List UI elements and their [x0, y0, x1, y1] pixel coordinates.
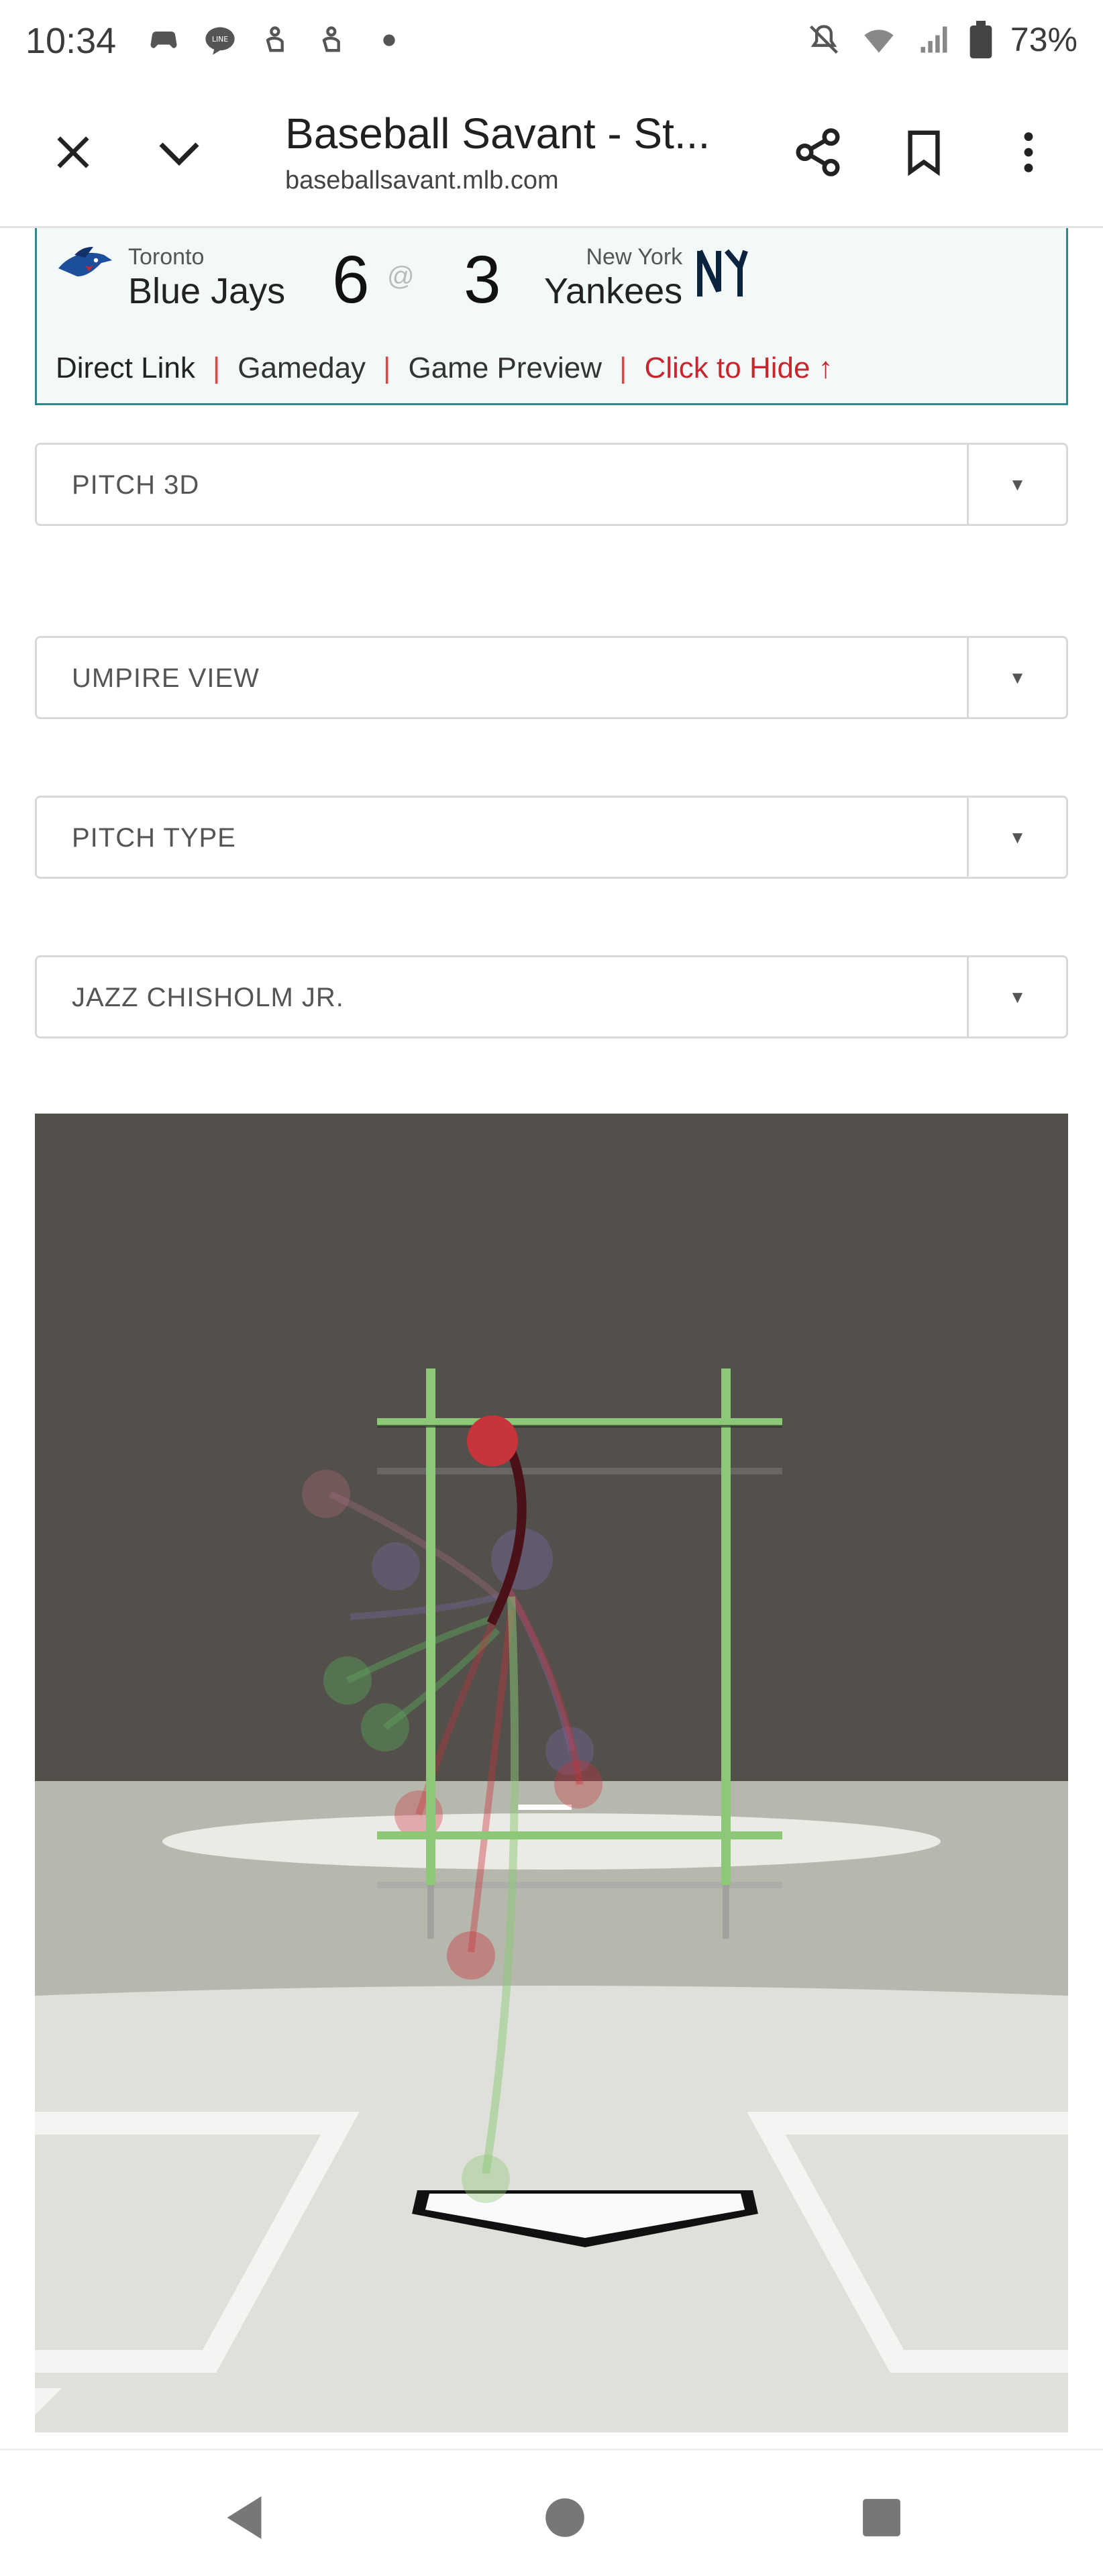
view-mode-select[interactable]: PITCH 3D ▼	[35, 443, 1068, 526]
caret-down-icon[interactable]: ▼	[967, 445, 1066, 524]
pitch-ball	[302, 1470, 350, 1518]
battery-icon	[969, 21, 992, 58]
back-triangle-icon	[227, 2496, 262, 2539]
chevron-down-icon	[159, 142, 199, 166]
recents-button[interactable]	[855, 2491, 908, 2544]
status-time: 10:34	[25, 21, 117, 61]
away-score: 6	[332, 242, 370, 317]
view-mode-value: PITCH 3D	[72, 470, 200, 500]
recents-square-icon	[863, 2499, 900, 2536]
pitch-ball	[554, 1760, 602, 1809]
away-team-name: Blue Jays	[128, 271, 286, 311]
color-by-value: PITCH TYPE	[72, 823, 236, 853]
more-menu-button[interactable]	[992, 115, 1065, 189]
at-separator: @	[387, 262, 415, 291]
battery-percent: 73%	[1010, 21, 1078, 58]
close-tab-button[interactable]	[36, 115, 110, 189]
camera-view-value: UMPIRE VIEW	[72, 663, 260, 693]
game-preview-link[interactable]: Game Preview	[408, 352, 602, 385]
browser-toolbar: Baseball Savant - St... baseballsavant.m…	[0, 80, 1103, 228]
caret-down-icon[interactable]: ▼	[967, 957, 1066, 1036]
pitch-ball	[323, 1656, 372, 1705]
game-controller-icon	[150, 32, 177, 48]
share-button[interactable]	[781, 115, 855, 189]
bookmark-button[interactable]	[887, 115, 961, 189]
svg-text:LINE: LINE	[212, 35, 228, 44]
caret-down-icon[interactable]: ▼	[967, 798, 1066, 877]
more-vert-icon	[1024, 132, 1033, 172]
link-separator: |	[383, 352, 391, 384]
status-bar: 10:34 LINE 73%	[0, 0, 1103, 80]
blue-jays-logo-icon	[58, 247, 112, 276]
home-team-city: New York	[586, 244, 683, 270]
status-system-icons: 73%	[806, 20, 1078, 59]
signal-icon	[921, 26, 947, 53]
page-url[interactable]: baseballsavant.mlb.com	[285, 166, 559, 195]
pitchers-mound	[162, 1813, 941, 1870]
pitch-ball	[447, 1931, 495, 1980]
link-separator: |	[619, 352, 627, 384]
collapse-button[interactable]	[142, 115, 216, 189]
home-button[interactable]	[538, 2491, 592, 2544]
dot-icon	[383, 34, 395, 46]
game-links: Direct Link | Gameday | Game Preview | C…	[56, 352, 833, 385]
color-by-select[interactable]: PITCH TYPE ▼	[35, 796, 1068, 879]
close-icon	[57, 136, 89, 168]
click-to-hide-link[interactable]: Click to Hide ↑	[644, 352, 833, 385]
notification-icon	[266, 26, 284, 52]
home-team[interactable]: New York Yankees	[544, 244, 682, 312]
player-select[interactable]: JAZZ CHISHOLM JR. ▼	[35, 955, 1068, 1038]
player-value: JAZZ CHISHOLM JR.	[72, 983, 344, 1012]
game-scoreboard: Toronto Blue Jays 6 @ 3 New York Yankees…	[35, 228, 1068, 405]
camera-view-select[interactable]: UMPIRE VIEW ▼	[35, 636, 1068, 719]
gameday-link[interactable]: Gameday	[238, 352, 366, 385]
yankees-logo-icon	[697, 249, 748, 297]
home-team-name: Yankees	[544, 271, 683, 311]
away-team[interactable]: Toronto Blue Jays	[128, 244, 285, 312]
mute-icon	[809, 25, 838, 54]
home-score: 3	[464, 242, 501, 317]
bookmark-icon	[908, 130, 940, 176]
pitching-rubber	[518, 1805, 572, 1810]
page-title[interactable]: Baseball Savant - St...	[285, 109, 710, 158]
away-team-city: Toronto	[128, 244, 205, 270]
active-pitch-ball[interactable]	[467, 1415, 518, 1466]
line-app-icon: LINE	[205, 27, 235, 55]
pitch-3d-viewer[interactable]	[35, 1114, 1068, 2432]
pitch-ball	[361, 1703, 409, 1752]
pitch-ball	[372, 1542, 420, 1591]
share-icon	[796, 128, 840, 176]
home-circle-icon	[545, 2498, 584, 2537]
notification-icon	[322, 26, 340, 52]
status-notification-icons: LINE	[146, 23, 407, 58]
pitch-3d-scene[interactable]	[35, 1114, 1068, 2432]
back-button[interactable]	[217, 2491, 271, 2544]
direct-link[interactable]: Direct Link	[56, 352, 195, 385]
wifi-icon	[864, 30, 894, 53]
system-nav-bar	[0, 2449, 1103, 2576]
caret-down-icon[interactable]: ▼	[967, 638, 1066, 717]
pitch-ball	[462, 2155, 510, 2203]
link-separator: |	[212, 352, 221, 384]
